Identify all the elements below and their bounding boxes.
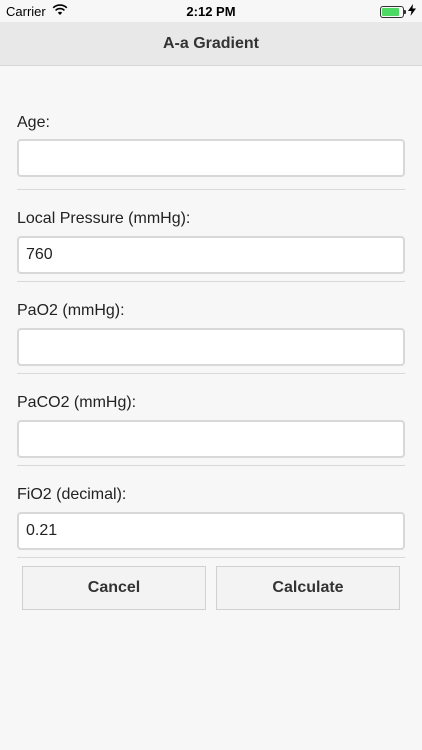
status-bar: Carrier 2:12 PM [0,0,422,22]
fio2-input[interactable] [17,512,405,550]
calculate-button[interactable]: Calculate [216,566,400,610]
battery-icon [380,5,406,18]
cancel-button[interactable]: Cancel [22,566,206,610]
local-pressure-label: Local Pressure (mmHg): [17,210,191,227]
action-buttons: Cancel Calculate [22,566,400,610]
fio2-label: FiO2 (decimal): [17,486,127,503]
local-pressure-input[interactable] [17,236,405,274]
page-title: A-a Gradient [162,34,259,52]
battery-level [382,7,399,16]
pao2-label: PaO2 (mmHg): [17,302,125,319]
status-time: 2:12 PM [186,4,236,19]
age-input[interactable] [17,139,405,177]
fio2-field-group: FiO2 (decimal): [17,466,405,558]
paco2-label: PaCO2 (mmHg): [17,394,137,411]
age-field-group: Age: [17,66,405,190]
gradient-form: Age: Local Pressure (mmHg): PaO2 (mmHg):… [17,66,405,558]
status-right [380,4,416,19]
age-label: Age: [17,114,50,131]
charging-bolt-icon [408,4,416,19]
pao2-input[interactable] [17,328,405,366]
paco2-input[interactable] [17,420,405,458]
pao2-field-group: PaO2 (mmHg): [17,282,405,374]
local-pressure-field-group: Local Pressure (mmHg): [17,190,405,282]
navigation-bar: A-a Gradient [0,22,422,66]
paco2-field-group: PaCO2 (mmHg): [17,374,405,466]
